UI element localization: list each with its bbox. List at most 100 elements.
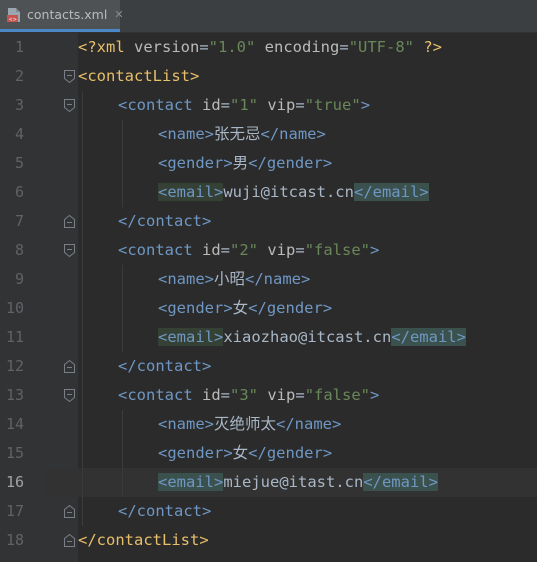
code-line[interactable]: 14 <name>灭绝师太</name> [0,410,537,439]
indent-guide [82,468,83,497]
code-line[interactable]: 9 <name>小昭</name> [0,265,537,294]
code-token: 女 [232,444,249,462]
indent-guide [82,294,83,323]
code-token: = [339,38,349,56]
indent-guide [82,120,83,149]
line-number: 7 [14,212,24,230]
code-line[interactable]: 1 <?xml version="1.0" encoding="UTF-8" ?> [0,33,537,62]
code-token: encoding [255,38,340,56]
code-line[interactable]: 18 </contactList> [0,526,537,555]
code-token: "1" [230,96,259,114]
line-number: 13 [5,386,24,404]
code-token: <email> [158,183,224,201]
line-number: 1 [14,38,24,56]
fold-open-icon[interactable] [63,388,76,403]
editor-tab-bar: <> contacts.xml ✕ [0,0,537,33]
code-line[interactable]: 12 </contact> [0,352,537,381]
code-line[interactable]: 3 <contact id="1" vip="true"> [0,91,537,120]
line-number: 10 [5,299,24,317]
code-text: <name>小昭</name> [158,265,310,294]
line-number: 12 [5,357,24,375]
indent-guide [82,352,83,381]
code-line[interactable]: 8 <contact id="2" vip="false"> [0,236,537,265]
fold-close-icon[interactable] [63,359,76,374]
indent-guide [122,410,123,439]
code-line[interactable]: 17 </contact> [0,497,537,526]
line-number: 4 [14,125,24,143]
code-text: <gender>男</gender> [158,149,332,178]
code-token: </email> [353,183,429,201]
code-line[interactable]: 11 <email>xiaozhao@itcast.cn</email> [0,323,537,352]
fold-close-icon[interactable] [63,504,76,519]
code-token: "UTF-8" [348,38,415,56]
indent-guide [82,265,83,294]
code-line[interactable]: 15 <gender>女</gender> [0,439,537,468]
code-token: > [370,386,380,404]
code-token: </gender> [248,299,333,317]
code-token: xiaozhao@itcast.cn [223,328,392,346]
fold-close-icon[interactable] [63,214,76,229]
code-token: </gender> [248,154,333,172]
svg-text:<>: <> [9,17,17,23]
code-token: version [134,38,200,56]
code-token: <gender> [158,444,233,462]
fold-open-icon[interactable] [63,69,76,84]
code-text: <gender>女</gender> [158,439,332,468]
indent-guide [82,207,83,236]
indent-guide [82,439,83,468]
indent-guide [82,323,83,352]
code-token: = [295,386,305,404]
code-line[interactable]: 13 <contact id="3" vip="false"> [0,381,537,410]
indent-guide [82,149,83,178]
indent-guide [82,497,83,526]
code-text: <email>xiaozhao@itcast.cn</email> [158,323,466,352]
tab-label: contacts.xml [27,7,108,22]
code-token: > [370,241,380,259]
code-token: <name> [158,270,214,288]
code-line[interactable]: 16 <email>miejue@itast.cn</email> [0,468,537,497]
line-number: 15 [5,444,24,462]
code-token: </contactList> [78,531,209,549]
line-number: 5 [14,154,24,172]
code-token: "3" [230,386,259,404]
code-token: </contact> [118,502,212,520]
close-icon[interactable]: ✕ [114,8,123,21]
code-text: <email>miejue@itast.cn</email> [158,468,438,497]
indent-guide [122,120,123,149]
indent-guide [82,236,83,265]
code-token: </contact> [118,212,212,230]
fold-close-icon[interactable] [63,533,76,548]
code-token: <gender> [158,299,233,317]
code-token: id [202,386,221,404]
tab-contacts-xml[interactable]: <> contacts.xml ✕ [0,0,124,32]
indent-guide [82,178,83,207]
code-line[interactable]: 4 <name>张无忌</name> [0,120,537,149]
code-token: 灭绝师太 [214,415,277,433]
code-token: <contact [118,386,202,404]
code-token: </email> [391,328,466,346]
code-editor[interactable]: 1 <?xml version="1.0" encoding="UTF-8" ?>… [0,33,537,562]
code-text: <contact id="3" vip="false"> [118,381,379,410]
code-text: <contact id="2" vip="false"> [118,236,379,265]
code-token: <name> [158,125,214,143]
code-token: = [220,241,231,259]
code-token: </gender> [248,444,333,462]
indent-guide [122,439,123,468]
code-token: = [295,96,305,114]
code-token: "true" [304,96,361,114]
code-line[interactable]: 10 <gender>女</gender> [0,294,537,323]
code-line[interactable]: 2 <contactList> [0,62,537,91]
fold-open-icon[interactable] [63,243,76,258]
code-token: "false" [304,386,371,404]
code-token: <gender> [158,154,233,172]
code-token: <?xml [78,38,134,56]
code-text: <contact id="1" vip="true"> [118,91,370,120]
code-line[interactable]: 5 <gender>男</gender> [0,149,537,178]
code-token: "false" [304,241,371,259]
code-token: </name> [276,415,342,433]
code-text: <gender>女</gender> [158,294,332,323]
code-line[interactable]: 7 </contact> [0,207,537,236]
code-token: ?> [414,38,443,56]
code-line[interactable]: 6 <email>wuji@itcast.cn</email> [0,178,537,207]
fold-open-icon[interactable] [63,98,76,113]
